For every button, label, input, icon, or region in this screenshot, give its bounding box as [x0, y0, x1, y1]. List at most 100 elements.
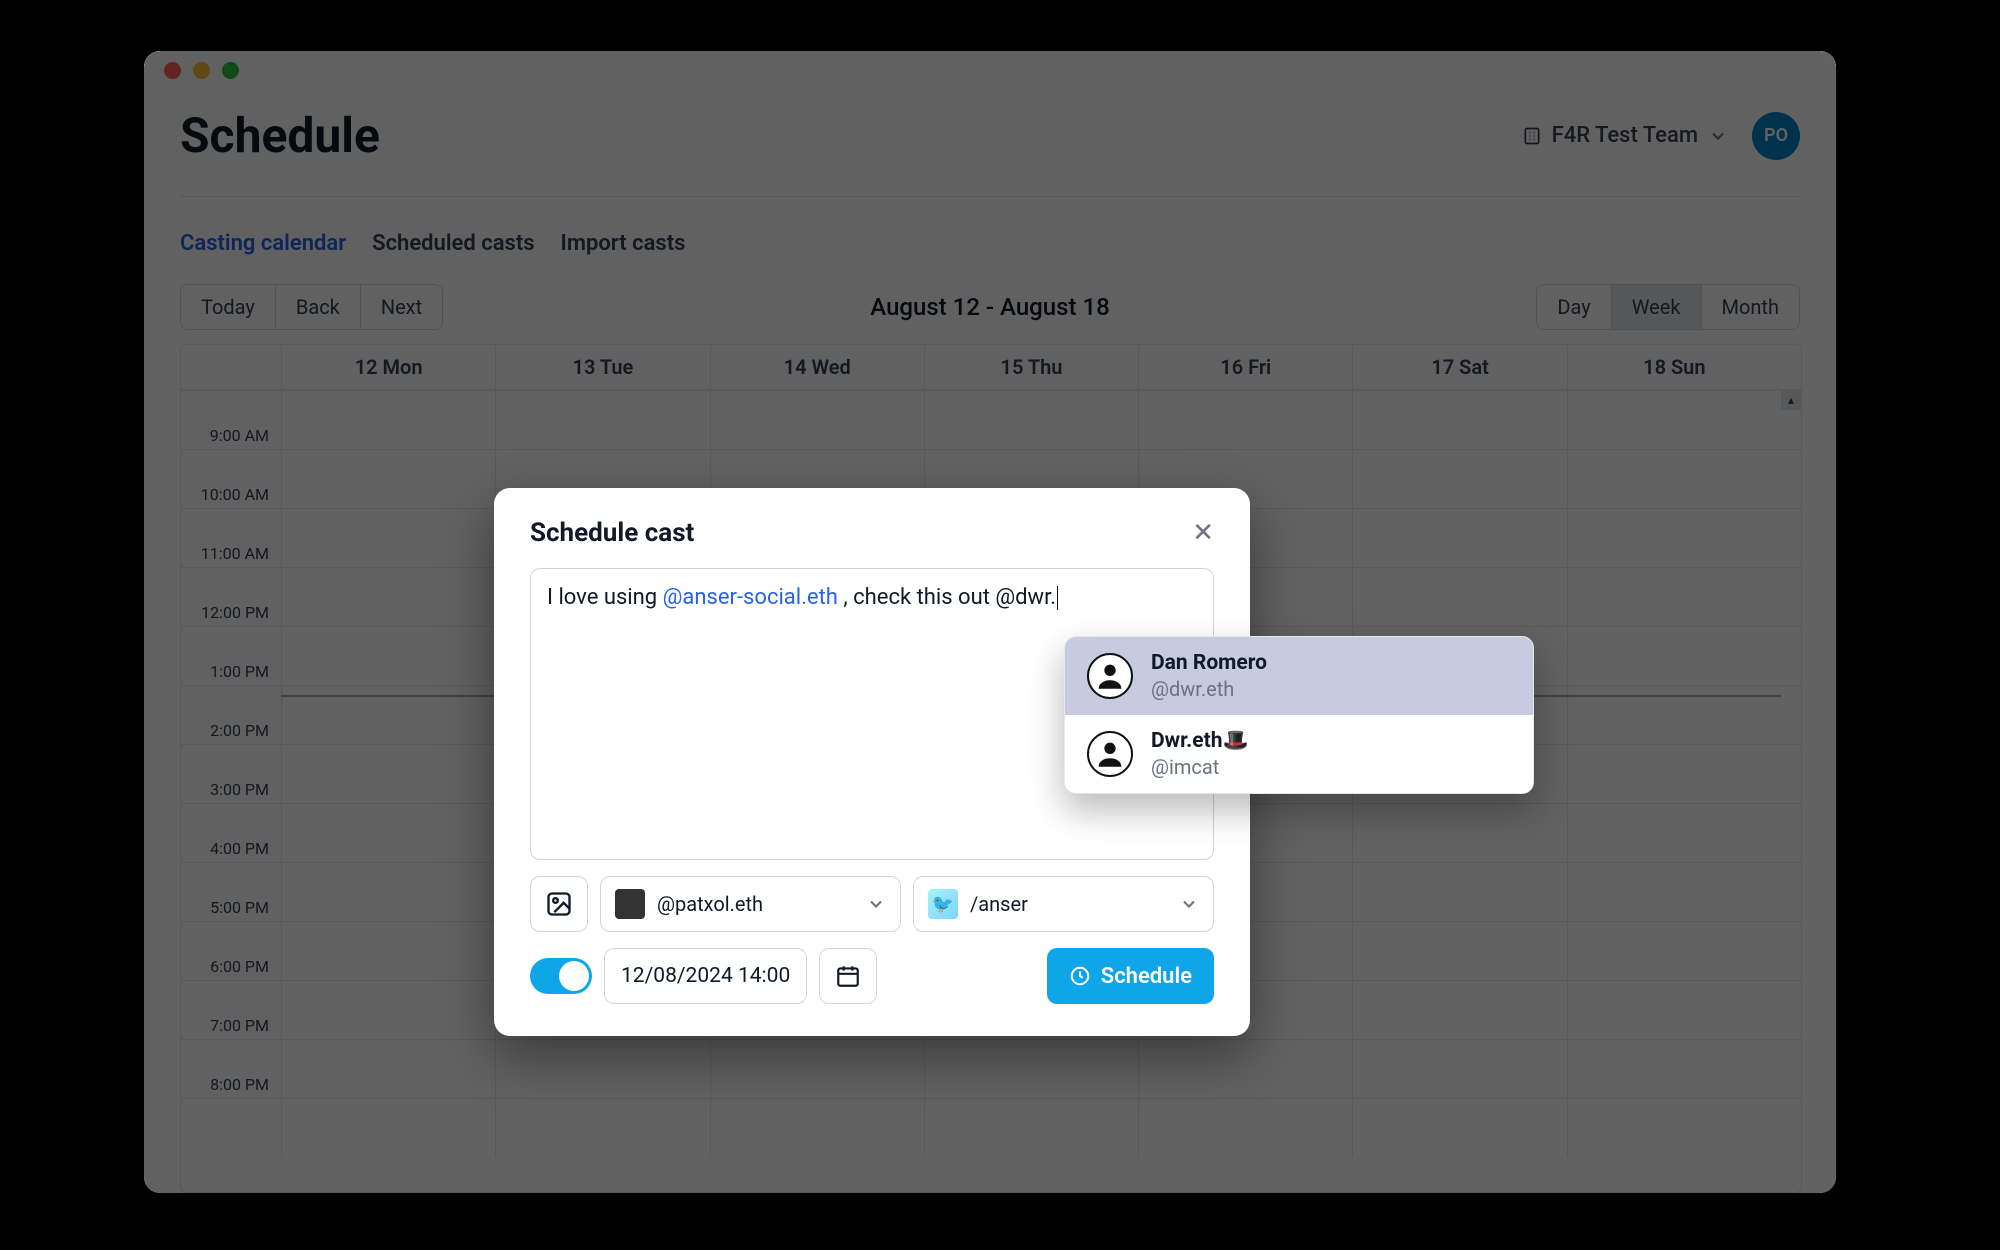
chevron-down-icon — [866, 894, 886, 914]
calendar-cell[interactable] — [1567, 391, 1781, 449]
maximize-window-icon[interactable] — [222, 62, 239, 79]
calendar-cell[interactable] — [281, 863, 495, 921]
suggestion-item[interactable]: Dan Romero @dwr.eth — [1065, 637, 1533, 715]
view-day-button[interactable]: Day — [1537, 285, 1611, 329]
calendar-cell[interactable] — [1567, 745, 1781, 803]
calendar-cell[interactable] — [1352, 568, 1566, 626]
calendar-cell[interactable] — [1567, 922, 1781, 980]
hour-row[interactable]: 8:00 PM — [181, 1098, 1801, 1157]
calendar-cell[interactable] — [281, 1040, 495, 1098]
image-icon — [545, 890, 573, 918]
day-header: 17 Sat — [1352, 345, 1566, 389]
tab-import-casts[interactable]: Import casts — [561, 231, 686, 256]
calendar-cell[interactable] — [1352, 450, 1566, 508]
datetime-input[interactable]: 12/08/2024 14:00 — [604, 948, 807, 1004]
calendar-icon — [835, 963, 861, 989]
calendar-cell[interactable] — [1352, 1099, 1566, 1157]
calendar-cell[interactable] — [924, 1099, 1138, 1157]
header-right: F4R Test Team PO — [1522, 112, 1800, 160]
calendar-cell[interactable] — [281, 745, 495, 803]
calendar-cell[interactable] — [281, 450, 495, 508]
calendar-cell[interactable] — [495, 1040, 709, 1098]
calendar-cell[interactable] — [1138, 391, 1352, 449]
account-select[interactable]: @patxol.eth — [600, 876, 901, 932]
suggestion-handle: @imcat — [1151, 755, 1249, 779]
close-icon[interactable]: ✕ — [1192, 520, 1214, 546]
compose-text: @dwr. — [995, 585, 1056, 610]
suggestion-avatar-icon — [1087, 731, 1133, 777]
hour-row[interactable]: 7:00 PM — [181, 1039, 1801, 1098]
hour-label: 12:00 PM — [181, 599, 281, 657]
minimize-window-icon[interactable] — [193, 62, 210, 79]
next-button[interactable]: Next — [361, 285, 442, 329]
calendar-cell[interactable] — [1352, 981, 1566, 1039]
calendar-cell[interactable] — [1567, 804, 1781, 862]
open-calendar-button[interactable] — [819, 948, 877, 1004]
hour-label: 11:00 AM — [181, 540, 281, 598]
day-header: 16 Fri — [1138, 345, 1352, 389]
calendar-cell[interactable] — [495, 391, 709, 449]
back-button[interactable]: Back — [276, 285, 361, 329]
calendar-toolbar: Today Back Next August 12 - August 18 Da… — [180, 278, 1800, 344]
suggestion-name: Dwr.eth🎩 — [1151, 729, 1249, 753]
calendar-cell[interactable] — [1352, 922, 1566, 980]
calendar-cell[interactable] — [281, 391, 495, 449]
hour-label: 9:00 AM — [181, 422, 281, 480]
compose-text: I love using — [547, 585, 663, 610]
channel-select[interactable]: 🐦 /anser — [913, 876, 1214, 932]
calendar-cell[interactable] — [1138, 1040, 1352, 1098]
calendar-cell[interactable] — [1567, 1099, 1781, 1157]
schedule-button[interactable]: Schedule — [1047, 948, 1214, 1004]
calendar-cell[interactable] — [1567, 568, 1781, 626]
calendar-cell[interactable] — [1567, 863, 1781, 921]
calendar-cell[interactable] — [1567, 981, 1781, 1039]
scroll-up-icon[interactable]: ▴ — [1781, 390, 1801, 410]
calendar-cell[interactable] — [281, 922, 495, 980]
hour-row[interactable]: 8:00 AM — [181, 390, 1801, 449]
today-button[interactable]: Today — [181, 285, 276, 329]
calendar-cell[interactable] — [1352, 863, 1566, 921]
calendar-cell[interactable] — [495, 1099, 709, 1157]
calendar-cell[interactable] — [1567, 450, 1781, 508]
calendar-cell[interactable] — [281, 627, 495, 685]
calendar-cell[interactable] — [1138, 1099, 1352, 1157]
hour-label: 10:00 AM — [181, 481, 281, 539]
team-picker[interactable]: F4R Test Team — [1522, 123, 1728, 148]
app-header: Schedule F4R Test Team PO — [180, 107, 1800, 197]
user-avatar[interactable]: PO — [1752, 112, 1800, 160]
calendar-cell[interactable] — [1352, 804, 1566, 862]
calendar-cell[interactable] — [281, 804, 495, 862]
calendar-cell[interactable] — [710, 391, 924, 449]
calendar-cell[interactable] — [1567, 509, 1781, 567]
tab-scheduled-casts[interactable]: Scheduled casts — [372, 231, 534, 256]
calendar-cell[interactable] — [1352, 391, 1566, 449]
day-header: 15 Thu — [924, 345, 1138, 389]
tab-casting-calendar[interactable]: Casting calendar — [180, 231, 346, 256]
page-title: Schedule — [180, 107, 380, 164]
view-button-group: Day Week Month — [1536, 284, 1800, 330]
calendar-cell[interactable] — [281, 568, 495, 626]
calendar-cell[interactable] — [710, 1040, 924, 1098]
hour-label: 1:00 PM — [181, 658, 281, 716]
hour-label: 8:00 PM — [181, 1071, 281, 1129]
calendar-cell[interactable] — [281, 1099, 495, 1157]
channel-avatar-icon: 🐦 — [928, 889, 958, 919]
calendar-cell[interactable] — [1567, 1040, 1781, 1098]
calendar-cell[interactable] — [281, 981, 495, 1039]
calendar-cell[interactable] — [1352, 1040, 1566, 1098]
calendar-cell[interactable] — [1567, 627, 1781, 685]
calendar-cell[interactable] — [281, 509, 495, 567]
add-image-button[interactable] — [530, 876, 588, 932]
view-week-button[interactable]: Week — [1612, 285, 1702, 329]
calendar-cell[interactable] — [1352, 509, 1566, 567]
hour-label: 7:00 PM — [181, 1012, 281, 1070]
calendar-cell[interactable] — [924, 391, 1138, 449]
calendar-cell[interactable] — [924, 1040, 1138, 1098]
view-month-button[interactable]: Month — [1702, 285, 1799, 329]
suggestion-item[interactable]: Dwr.eth🎩 @imcat — [1065, 715, 1533, 793]
hour-label: 2:00 PM — [181, 717, 281, 775]
schedule-toggle[interactable] — [530, 958, 592, 994]
day-header: 12 Mon — [281, 345, 495, 389]
calendar-cell[interactable] — [710, 1099, 924, 1157]
close-window-icon[interactable] — [164, 62, 181, 79]
